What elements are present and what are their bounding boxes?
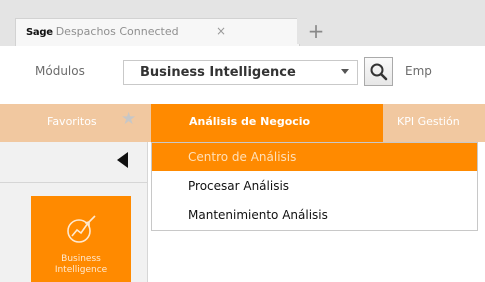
- menu-item-label: Centro de Análisis: [188, 150, 297, 164]
- menu-item-procesar-analisis[interactable]: Procesar Análisis: [152, 172, 477, 200]
- app-tab[interactable]: Sage Despachos Connected ×: [15, 18, 300, 46]
- module-select-value: Business Intelligence: [140, 65, 296, 80]
- nav-analisis-label: Análisis de Negocio: [189, 115, 311, 128]
- menu-item-mantenimiento-analisis[interactable]: Mantenimiento Análisis: [152, 201, 477, 229]
- nav-kpi-gestion[interactable]: KPI Gestión: [397, 115, 460, 128]
- module-select[interactable]: Business Intelligence: [123, 60, 358, 85]
- star-icon[interactable]: ★: [121, 111, 136, 128]
- analytics-icon: [67, 215, 96, 243]
- search-button[interactable]: [364, 57, 393, 86]
- sidebar-divider: [0, 182, 147, 183]
- tab-close-icon[interactable]: ×: [216, 24, 226, 38]
- browser-tab-strip: Sage Despachos Connected × +: [0, 0, 485, 46]
- module-bar: Módulos Business Intelligence Emp: [0, 46, 485, 98]
- tab-title: Sage Despachos Connected: [26, 25, 179, 38]
- nav-favoritos[interactable]: Favoritos: [47, 115, 97, 128]
- modules-label: Módulos: [35, 64, 85, 78]
- analisis-dropdown-menu: Centro de Análisis Procesar Análisis Man…: [151, 142, 478, 231]
- tab-title-text: Despachos Connected: [55, 25, 179, 38]
- new-tab-button[interactable]: +: [297, 18, 335, 44]
- menu-item-centro-de-analisis[interactable]: Centro de Análisis: [152, 143, 477, 171]
- chevron-down-icon: [341, 69, 349, 74]
- tile-label: Business Intelligence: [31, 254, 131, 276]
- tile-label-line1: Business: [61, 254, 101, 264]
- tile-label-line2: Intelligence: [54, 265, 108, 275]
- menu-item-label: Mantenimiento Análisis: [188, 208, 328, 222]
- business-intelligence-tile[interactable]: Business Intelligence: [31, 196, 131, 282]
- brand-logo: Sage: [26, 27, 53, 38]
- collapse-arrow-icon[interactable]: [117, 152, 128, 168]
- nav-analisis-de-negocio[interactable]: Análisis de Negocio: [151, 104, 383, 142]
- search-icon: [370, 63, 388, 81]
- menu-item-label: Procesar Análisis: [188, 179, 290, 193]
- empresa-label: Emp: [405, 64, 432, 78]
